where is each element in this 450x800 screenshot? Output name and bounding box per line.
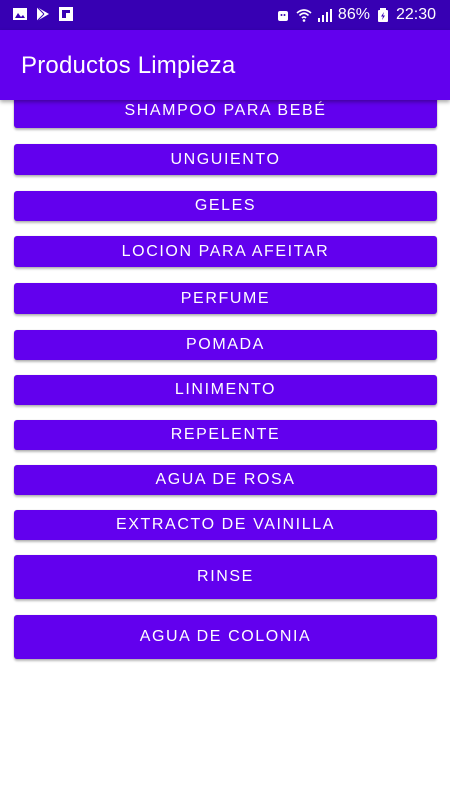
product-button-perfume[interactable]: PERFUME xyxy=(14,283,437,314)
product-button-rinse[interactable]: RINSE xyxy=(14,555,437,599)
product-button-agua-de-colonia[interactable]: AGUA DE COLONIA xyxy=(14,615,437,659)
product-button-locion-para-afeitar[interactable]: LOCION PARA AFEITAR xyxy=(14,236,437,267)
wifi-icon xyxy=(296,9,312,22)
product-button-geles[interactable]: GELES xyxy=(14,191,437,221)
clock: 22:30 xyxy=(395,6,436,23)
flipboard-icon xyxy=(59,7,73,21)
product-button-shampoo-para-bebe[interactable]: SHAMPOO PARA BEBÉ xyxy=(14,100,437,128)
product-button-repelente[interactable]: REPELENTE xyxy=(14,420,437,450)
status-bar-system: 86% 22:30 xyxy=(275,6,436,24)
battery-icon xyxy=(377,8,388,22)
android-debug-icon xyxy=(277,11,288,21)
product-list[interactable]: SHAMPOO PARA BEBÉ UNGUIENTO GELES LOCION… xyxy=(0,100,450,800)
product-button-agua-de-rosa[interactable]: AGUA DE ROSA xyxy=(14,465,437,495)
image-icon xyxy=(13,8,27,20)
page-title: Productos Limpieza xyxy=(21,52,236,79)
product-button-pomada[interactable]: POMADA xyxy=(14,330,437,360)
signal-icon xyxy=(317,9,332,22)
status-bar: 86% 22:30 xyxy=(0,0,450,30)
status-bar-notifications xyxy=(12,6,74,22)
play-store-icon xyxy=(36,6,49,22)
product-button-linimento[interactable]: LINIMENTO xyxy=(14,375,437,405)
app-bar: Productos Limpieza xyxy=(0,30,450,100)
battery-percent: 86% xyxy=(337,6,370,23)
product-button-extracto-de-vainilla[interactable]: EXTRACTO DE VAINILLA xyxy=(14,510,437,540)
product-button-unguiento[interactable]: UNGUIENTO xyxy=(14,144,437,175)
